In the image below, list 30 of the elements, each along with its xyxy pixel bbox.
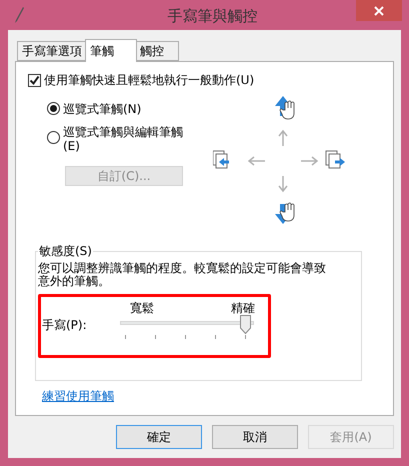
radio-button[interactable] [47,131,60,144]
up-arrow-hand-icon [275,96,294,120]
close-icon [374,6,384,16]
right-arrow-icon [300,156,318,166]
pen-icon [14,6,24,24]
group-title: 敏感度(S) [38,244,93,258]
practice-link[interactable]: 練習使用筆觸 [42,388,114,405]
slider-label: 手寫(P): [42,317,88,334]
tab[interactable]: 手寫筆選項 [17,41,87,61]
close-button[interactable] [356,0,402,21]
page-forward-icon [326,150,345,168]
page-back-icon [213,150,229,168]
radio-button[interactable] [47,102,60,115]
tab[interactable]: 筆觸 [85,39,137,62]
down-arrow-hand-icon [275,202,294,224]
max-label: 精確 [231,300,255,315]
dialog-button[interactable]: 取消 [212,425,298,449]
dialog-button[interactable]: 確定 [116,425,202,449]
left-arrow-icon [248,156,266,166]
min-label: 寬鬆 [130,300,154,315]
slider-thumb[interactable] [240,315,251,334]
radio-label: 巡覽式筆觸與編輯筆觸(E) [63,125,184,153]
description-text: 您可以調整辨識筆觸的程度。較寬鬆的設定可能會導致意外的筆觸。 [37,262,327,288]
up-arrow-icon [278,130,288,147]
tab[interactable]: 觸控 [135,41,179,61]
checkbox[interactable] [28,74,41,87]
radio-label: 巡覽式筆觸(N) [63,102,142,116]
down-arrow-icon [278,175,288,192]
window-title: 手寫筆與觸控 [168,6,258,26]
checkbox-label: 使用筆觸快速且輕鬆地執行一般動作(U) [44,72,254,89]
